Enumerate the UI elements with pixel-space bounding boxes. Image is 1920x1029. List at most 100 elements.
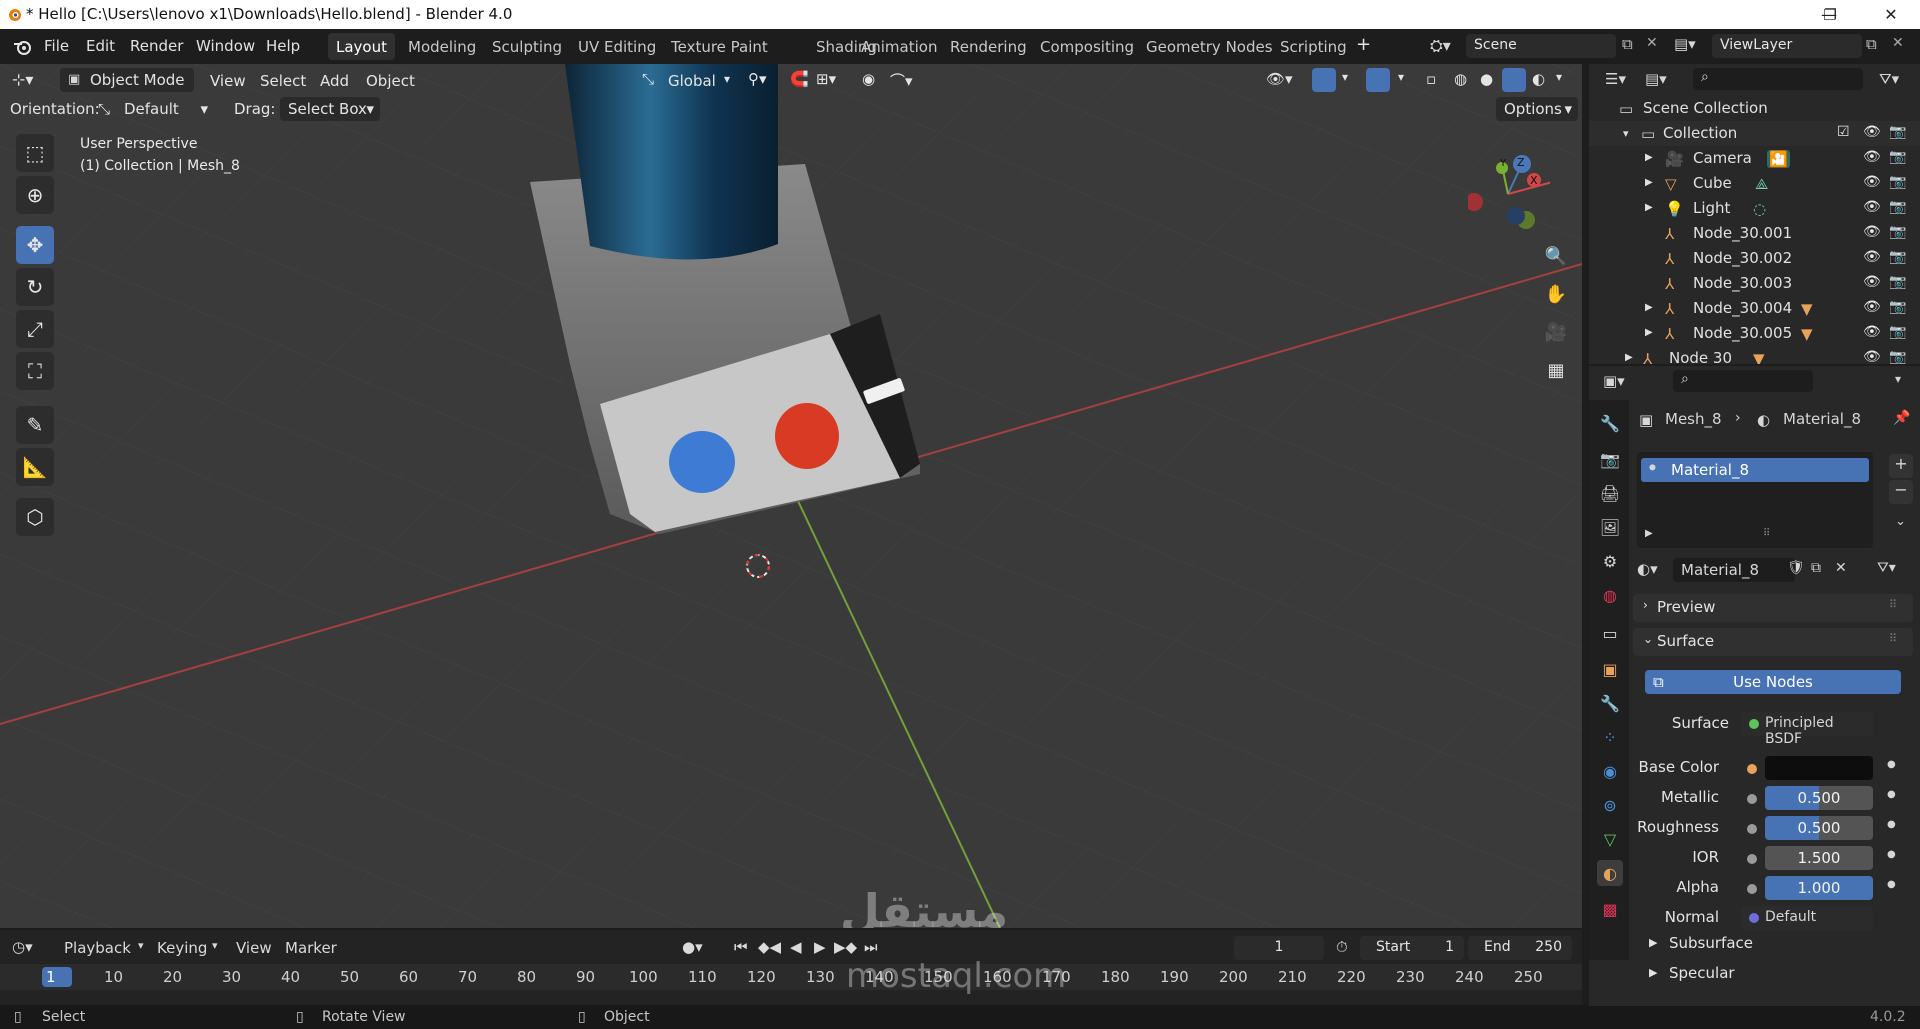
- drag-dropdown[interactable]: Select Box ▾: [280, 97, 380, 121]
- output-tab-icon[interactable]: 🖨: [1597, 480, 1623, 506]
- outliner-item-node-30-005[interactable]: ▶ ⅄ Node_30.005 ▼ 👁 📷: [1589, 321, 1920, 346]
- eye-icon[interactable]: 👁: [1863, 324, 1881, 340]
- tab-texture-paint[interactable]: Texture Paint: [663, 33, 776, 60]
- outliner-editor-icon[interactable]: ☰▾: [1605, 70, 1626, 88]
- view-layer-tab-icon[interactable]: 🖼: [1597, 514, 1623, 540]
- camera-render-icon[interactable]: 📷: [1889, 299, 1906, 315]
- particles-tab-icon[interactable]: ⁘: [1597, 724, 1623, 750]
- slot-specials-icon[interactable]: ⌄: [1895, 514, 1906, 529]
- material-tab-icon[interactable]: ◐: [1597, 860, 1623, 886]
- keyframe-dot-icon[interactable]: ●: [1887, 849, 1896, 860]
- keyframe-dot-icon[interactable]: ●: [1887, 789, 1896, 800]
- shading-dropdown-icon[interactable]: ▾: [1556, 70, 1562, 84]
- render-tab-icon[interactable]: 📷: [1597, 446, 1623, 472]
- eye-icon[interactable]: 👁: [1863, 124, 1881, 140]
- preview-panel[interactable]: › Preview ⠿: [1633, 594, 1913, 622]
- options-dropdown[interactable]: Options ▾: [1496, 97, 1578, 121]
- zoom-icon[interactable]: 🔍: [1540, 240, 1572, 272]
- rotate-tool-icon[interactable]: ↻: [16, 268, 54, 306]
- camera-render-icon[interactable]: 📷: [1889, 224, 1906, 240]
- play-reverse-icon[interactable]: ◀: [790, 938, 802, 956]
- editor-type-icon[interactable]: ⊹▾: [12, 70, 33, 89]
- snap-target-icon[interactable]: ⊞▾: [816, 70, 836, 88]
- mesh-data-icon[interactable]: ⟁: [1755, 175, 1768, 193]
- start-frame-field[interactable]: Start 1: [1360, 936, 1464, 960]
- outliner-search-input[interactable]: ⌕: [1693, 68, 1863, 90]
- roughness-slider[interactable]: 0.500: [1765, 816, 1873, 840]
- keying-dropdown[interactable]: Keying: [157, 939, 207, 957]
- tab-uv-editing[interactable]: UV Editing: [570, 33, 664, 60]
- filter-icon[interactable]: ⛛▾: [1879, 70, 1899, 88]
- keyframe-dot-icon[interactable]: ●: [1887, 879, 1896, 890]
- add-slot-button[interactable]: +: [1889, 454, 1913, 478]
- expand-icon[interactable]: ▶: [1645, 528, 1653, 539]
- scene-field[interactable]: Scene: [1466, 34, 1616, 58]
- gizmo-dropdown-icon[interactable]: ▾: [1342, 70, 1348, 84]
- transform-orientation-dropdown[interactable]: Global: [668, 72, 716, 90]
- cursor-tool-icon[interactable]: ⊕: [16, 176, 54, 214]
- wireframe-shading-icon[interactable]: ◍: [1454, 70, 1467, 88]
- texture-tab-icon[interactable]: ▩: [1597, 896, 1623, 922]
- camera-render-icon[interactable]: 📷: [1889, 199, 1906, 215]
- menu-help[interactable]: Help: [266, 37, 300, 55]
- light-data-icon[interactable]: ◌: [1753, 200, 1766, 218]
- pin-icon[interactable]: 📌: [1893, 410, 1910, 426]
- float-socket-icon[interactable]: [1747, 794, 1757, 804]
- tab-rendering[interactable]: Rendering: [942, 33, 1035, 60]
- menu-window[interactable]: Window: [196, 37, 255, 55]
- menu-view[interactable]: View: [210, 72, 246, 90]
- timeline-marker-menu[interactable]: Marker: [285, 939, 337, 957]
- current-frame-field[interactable]: 1: [1234, 936, 1324, 960]
- annotate-tool-icon[interactable]: ✎: [16, 406, 54, 444]
- subsurface-panel[interactable]: Subsurface: [1669, 934, 1753, 952]
- camera-render-icon[interactable]: 📷: [1889, 249, 1906, 265]
- delete-scene-icon[interactable]: ✕: [1646, 35, 1658, 51]
- keyframe-dot-icon[interactable]: ●: [1887, 819, 1896, 830]
- add-cube-tool-icon[interactable]: ⬡: [16, 498, 54, 536]
- ior-field[interactable]: 1.500: [1765, 846, 1873, 870]
- eye-icon[interactable]: 👁: [1863, 149, 1881, 165]
- data-tab-icon[interactable]: ▽: [1597, 826, 1623, 852]
- delete-viewlayer-icon[interactable]: ✕: [1892, 35, 1904, 51]
- outliner-item-node-30-004[interactable]: ▶ ⅄ Node_30.004 ▼ 👁 📷: [1589, 296, 1920, 321]
- material-shading-icon[interactable]: [1502, 68, 1526, 92]
- mesh-group-icon[interactable]: ▼: [1753, 350, 1765, 364]
- tab-sculpting[interactable]: Sculpting: [484, 33, 570, 60]
- viewlayer-field[interactable]: ViewLayer: [1712, 34, 1862, 58]
- eye-icon[interactable]: 👁: [1863, 274, 1881, 290]
- alpha-slider[interactable]: 1.000: [1765, 876, 1873, 900]
- tab-layout[interactable]: Layout: [328, 33, 395, 60]
- close-button[interactable]: ✕: [1862, 0, 1920, 29]
- camera-render-icon[interactable]: 📷: [1889, 174, 1906, 190]
- collection-tab-icon[interactable]: ▭: [1597, 620, 1623, 646]
- menu-add[interactable]: Add: [320, 72, 349, 90]
- scale-tool-icon[interactable]: ⤢: [16, 310, 54, 348]
- modifier-tab-icon[interactable]: 🔧: [1597, 690, 1623, 716]
- record-icon[interactable]: ●▾: [682, 938, 703, 956]
- new-viewlayer-icon[interactable]: ⧉: [1866, 35, 1877, 53]
- surface-shader-field[interactable]: Principled BSDF: [1741, 712, 1873, 747]
- move-tool-icon[interactable]: ✥: [16, 226, 54, 264]
- navigation-gizmo[interactable]: [1468, 150, 1550, 238]
- rendered-shading-icon[interactable]: ◐: [1532, 70, 1545, 88]
- menu-object[interactable]: Object: [366, 72, 415, 90]
- outliner-item-cube[interactable]: ▶ ▽ Cube ⟁ 👁 📷: [1589, 171, 1920, 196]
- overlay-toggle-icon[interactable]: [1366, 68, 1390, 92]
- remove-slot-button[interactable]: −: [1889, 480, 1913, 504]
- jump-start-icon[interactable]: ⏮: [734, 938, 748, 956]
- expand-icon[interactable]: ▶: [1625, 352, 1633, 363]
- proportional-edit-icon[interactable]: ◉: [862, 70, 875, 88]
- drag-handle-icon[interactable]: ⠿: [1889, 632, 1897, 645]
- ortho-grid-icon[interactable]: ▦: [1540, 354, 1572, 386]
- float-socket-icon[interactable]: [1747, 884, 1757, 894]
- float-socket-icon[interactable]: [1747, 854, 1757, 864]
- tab-modeling[interactable]: Modeling: [400, 33, 484, 60]
- outliner-item-node-30[interactable]: ▶ ⅄ Node 30 ▼ 👁 📷: [1589, 346, 1920, 364]
- gizmo-toggle-icon[interactable]: [1312, 68, 1336, 92]
- xray-icon[interactable]: ▫: [1426, 70, 1436, 88]
- visibility-icon[interactable]: 👁▾: [1266, 70, 1293, 88]
- camera-render-icon[interactable]: 📷: [1889, 349, 1906, 364]
- properties-editor-icon[interactable]: ▣▾: [1603, 372, 1625, 390]
- expand-icon[interactable]: ▶: [1645, 177, 1653, 188]
- blender-menu-icon[interactable]: [12, 38, 32, 56]
